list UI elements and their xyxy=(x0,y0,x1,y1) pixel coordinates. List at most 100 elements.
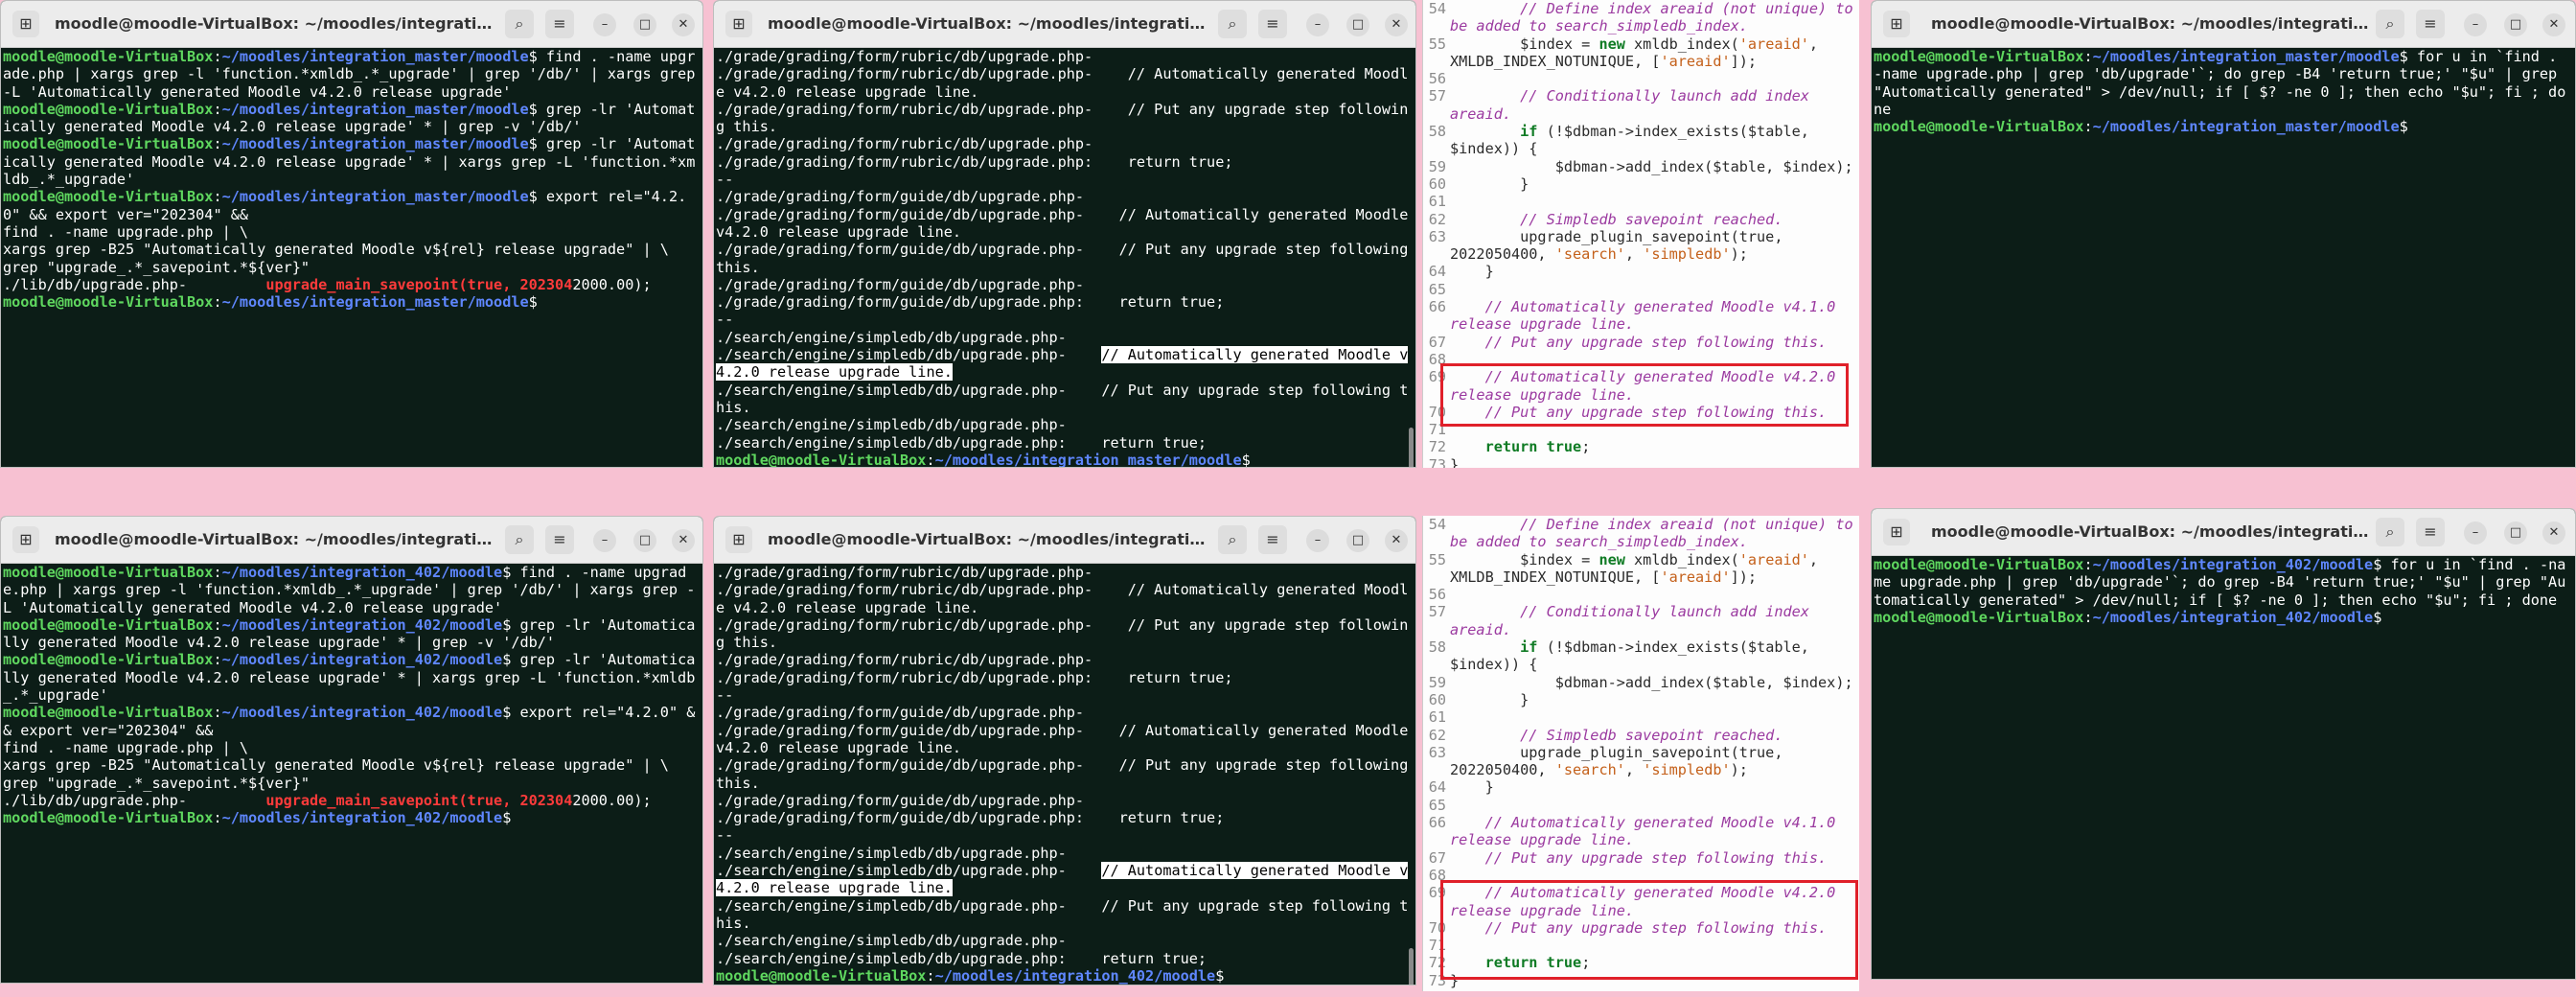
terminal-output[interactable]: ./grade/grading/form/rubric/db/upgrade.p… xyxy=(714,564,1415,985)
title-bar[interactable]: ⊞ moodle@moodle-VirtualBox: ~/moodles/in… xyxy=(714,517,1415,564)
terminal-text: ./grade/grading/form/guide/db/upgrade.ph… xyxy=(716,791,1085,809)
terminal-window-top-left[interactable]: ⊞ moodle@moodle-VirtualBox: ~/moodles/in… xyxy=(0,0,703,468)
scrollbar[interactable] xyxy=(1409,948,1414,985)
terminal-window-bottom-right[interactable]: ⊞ moodle@moodle-VirtualBox: ~/moodles/in… xyxy=(1871,508,2576,980)
search-icon[interactable]: ⌕ xyxy=(1218,525,1247,554)
terminal-output[interactable]: moodle@moodle-VirtualBox:~/moodles/integ… xyxy=(1872,556,2575,979)
new-tab-icon[interactable]: ⊞ xyxy=(1883,519,1910,545)
hamburger-menu-icon[interactable]: ≡ xyxy=(545,10,574,38)
minimize-icon[interactable]: – xyxy=(593,529,616,552)
close-icon[interactable]: ✕ xyxy=(1385,13,1408,36)
new-tab-icon[interactable]: ⊞ xyxy=(12,11,39,37)
close-icon[interactable]: ✕ xyxy=(672,13,695,36)
hamburger-menu-icon[interactable]: ≡ xyxy=(2416,10,2445,38)
search-icon[interactable]: ⌕ xyxy=(505,525,534,554)
terminal-text: : xyxy=(2083,48,2093,65)
close-icon[interactable]: ✕ xyxy=(2542,13,2565,36)
hamburger-menu-icon[interactable]: ≡ xyxy=(1258,525,1287,554)
terminal-line: ./lib/db/upgrade.php- upgrade_main_savep… xyxy=(3,276,701,293)
code-comment: // Automatically generated Moodle v4.1.0 xyxy=(1450,814,1836,832)
line-number: 58 xyxy=(1428,123,1446,141)
scrollbar[interactable] xyxy=(1409,428,1414,467)
code-line: areaid. xyxy=(1423,621,1859,638)
prompt-path: ~/moodles/integration_master/moodle xyxy=(2092,48,2400,65)
terminal-text: ./search/engine/simpledb/db/upgrade.php- xyxy=(716,862,1102,880)
prompt-user-host: moodle@moodle-VirtualBox xyxy=(1874,608,2084,626)
terminal-text: ./grade/grading/form/rubric/db/upgrade.p… xyxy=(716,581,1409,616)
prompt-path: ~/moodles/integration_402/moodle xyxy=(934,966,1216,985)
terminal-output[interactable]: moodle@moodle-VirtualBox:~/moodles/integ… xyxy=(1,564,702,983)
search-icon[interactable]: ⌕ xyxy=(1218,10,1247,38)
terminal-line: find . -name upgrade.php | \ xyxy=(3,223,701,241)
new-tab-icon[interactable]: ⊞ xyxy=(1883,11,1910,37)
terminal-line: ./grade/grading/form/guide/db/upgrade.ph… xyxy=(716,809,1414,826)
maximize-icon[interactable]: □ xyxy=(633,13,656,36)
new-tab-icon[interactable]: ⊞ xyxy=(725,526,752,553)
new-tab-icon[interactable]: ⊞ xyxy=(725,11,752,37)
terminal-text: $ xyxy=(1215,966,1233,985)
minimize-icon[interactable]: – xyxy=(1306,13,1329,36)
terminal-text: ./grade/grading/form/guide/db/upgrade.ph… xyxy=(716,205,1409,241)
new-tab-icon[interactable]: ⊞ xyxy=(12,526,39,553)
search-icon[interactable]: ⌕ xyxy=(2376,518,2404,546)
close-icon[interactable]: ✕ xyxy=(1385,529,1408,552)
title-bar[interactable]: ⊞ moodle@moodle-VirtualBox: ~/moodles/in… xyxy=(1872,509,2575,556)
code-editor-top[interactable]: 54 // Define index areaid (not unique) t… xyxy=(1422,0,1859,468)
code-line: XMLDB_INDEX_NOTUNIQUE, ['areaid']); xyxy=(1423,568,1859,586)
code-line: be added to search_simpledb_index. xyxy=(1423,17,1859,35)
terminal-line: ./search/engine/simpledb/db/upgrade.php-… xyxy=(716,346,1414,382)
title-bar[interactable]: ⊞ moodle@moodle-VirtualBox: ~/moodles/in… xyxy=(714,1,1415,48)
maximize-icon[interactable]: □ xyxy=(1346,529,1369,552)
code-string: 'simpledb' xyxy=(1643,245,1731,264)
terminal-text: grep "upgrade_.*_savepoint.*${ver}" xyxy=(3,258,310,276)
title-bar[interactable]: ⊞ moodle@moodle-VirtualBox: ~/moodles/in… xyxy=(1872,1,2575,48)
hamburger-menu-icon[interactable]: ≡ xyxy=(2416,518,2445,546)
search-icon[interactable]: ⌕ xyxy=(2376,10,2404,38)
code-string: 'areaid' xyxy=(1738,550,1809,568)
terminal-window-bottom-mid[interactable]: ⊞ moodle@moodle-VirtualBox: ~/moodles/in… xyxy=(713,516,1416,985)
close-icon[interactable]: ✕ xyxy=(672,529,695,552)
terminal-text: ./grade/grading/form/rubric/db/upgrade.p… xyxy=(716,100,1409,136)
terminal-text: ./grade/grading/form/guide/db/upgrade.ph… xyxy=(716,275,1085,293)
code-editor-bottom[interactable]: 54 // Define index areaid (not unique) t… xyxy=(1422,516,1859,991)
code-line: 64 } xyxy=(1423,778,1859,796)
search-icon[interactable]: ⌕ xyxy=(505,10,534,38)
terminal-text: : xyxy=(2083,118,2093,136)
terminal-window-top-right[interactable]: ⊞ moodle@moodle-VirtualBox: ~/moodles/in… xyxy=(1871,0,2576,468)
title-bar[interactable]: ⊞ moodle@moodle-VirtualBox: ~/moodles/in… xyxy=(1,517,702,564)
close-icon[interactable]: ✕ xyxy=(2542,522,2565,545)
terminal-line: ./grade/grading/form/guide/db/upgrade.ph… xyxy=(716,206,1414,242)
terminal-output[interactable]: moodle@moodle-VirtualBox:~/moodles/integ… xyxy=(1872,48,2575,467)
window-title: moodle@moodle-VirtualBox: ~/moodles/inte… xyxy=(768,14,1208,33)
terminal-line: moodle@moodle-VirtualBox:~/moodles/integ… xyxy=(3,809,701,826)
code-text: 2022050400, xyxy=(1450,245,1555,264)
minimize-icon[interactable]: – xyxy=(2464,13,2487,36)
code-keyword: new xyxy=(1598,550,1625,568)
terminal-window-bottom-left[interactable]: ⊞ moodle@moodle-VirtualBox: ~/moodles/in… xyxy=(0,516,703,984)
maximize-icon[interactable]: □ xyxy=(633,529,656,552)
code-line: XMLDB_INDEX_NOTUNIQUE, ['areaid']); xyxy=(1423,53,1859,70)
hamburger-menu-icon[interactable]: ≡ xyxy=(545,525,574,554)
terminal-output[interactable]: moodle@moodle-VirtualBox:~/moodles/integ… xyxy=(1,48,702,467)
maximize-icon[interactable]: □ xyxy=(2504,13,2527,36)
terminal-text: : xyxy=(926,966,935,985)
terminal-text: xargs grep -B25 "Automatically generated… xyxy=(3,756,669,775)
window-title: moodle@moodle-VirtualBox: ~/moodles/inte… xyxy=(55,14,495,33)
terminal-line: moodle@moodle-VirtualBox:~/moodles/integ… xyxy=(3,704,701,739)
hamburger-menu-icon[interactable]: ≡ xyxy=(1258,10,1287,38)
prompt-user-host: moodle@moodle-VirtualBox xyxy=(3,293,214,312)
maximize-icon[interactable]: □ xyxy=(2504,522,2527,545)
title-bar[interactable]: ⊞ moodle@moodle-VirtualBox: ~/moodles/in… xyxy=(1,1,702,48)
terminal-line: xargs grep -B25 "Automatically generated… xyxy=(3,241,701,258)
terminal-output[interactable]: ./grade/grading/form/rubric/db/upgrade.p… xyxy=(714,48,1415,467)
minimize-icon[interactable]: – xyxy=(1306,529,1329,552)
minimize-icon[interactable]: – xyxy=(593,13,616,36)
minimize-icon[interactable]: – xyxy=(2464,522,2487,545)
terminal-window-top-mid[interactable]: ⊞ moodle@moodle-VirtualBox: ~/moodles/in… xyxy=(713,0,1416,468)
code-keyword: if xyxy=(1520,638,1538,657)
maximize-icon[interactable]: □ xyxy=(1346,13,1369,36)
code-comment: // Define index areaid (not unique) to xyxy=(1450,516,1853,533)
code-text: ]); xyxy=(1730,52,1758,70)
code-line: be added to search_simpledb_index. xyxy=(1423,533,1859,550)
